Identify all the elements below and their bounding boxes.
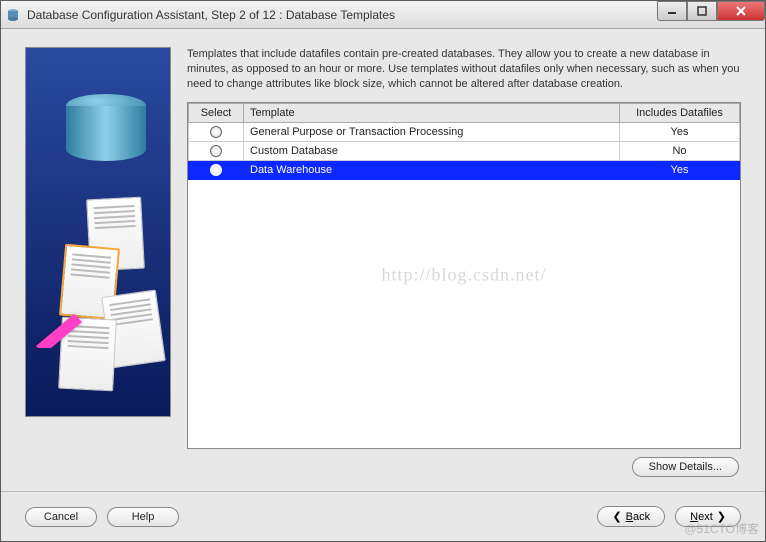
table-row[interactable]: General Purpose or Transaction Processin… (189, 122, 740, 141)
template-name: General Purpose or Transaction Processin… (244, 122, 620, 141)
radio-icon[interactable] (210, 126, 222, 138)
help-button[interactable]: Help (107, 507, 179, 527)
watermark-text: http://blog.csdn.net/ (382, 265, 547, 286)
details-row: Show Details... (187, 449, 741, 481)
window-title: Database Configuration Assistant, Step 2… (27, 8, 395, 22)
show-details-button[interactable]: Show Details... (632, 457, 739, 477)
database-cylinder-icon (66, 94, 146, 169)
col-includes: Includes Datafiles (620, 103, 740, 122)
table-row[interactable]: Data Warehouse Yes (189, 160, 740, 179)
table-row[interactable]: Custom Database No (189, 141, 740, 160)
includes-value: Yes (620, 160, 740, 179)
close-button[interactable] (717, 1, 765, 21)
col-select: Select (189, 103, 244, 122)
window: Database Configuration Assistant, Step 2… (0, 0, 766, 542)
template-name: Custom Database (244, 141, 620, 160)
includes-value: No (620, 141, 740, 160)
cancel-button[interactable]: Cancel (25, 507, 97, 527)
radio-icon[interactable] (210, 145, 222, 157)
wizard-sidebar-graphic (25, 47, 171, 417)
description-text: Templates that include datafiles contain… (187, 47, 741, 92)
back-button[interactable]: ❮ Back (597, 506, 665, 527)
template-table: Select Template Includes Datafiles Gener… (187, 102, 741, 449)
branding-watermark: @51CTO博客 (684, 520, 759, 537)
main-panel: Templates that include datafiles contain… (187, 47, 741, 481)
col-template: Template (244, 103, 620, 122)
window-controls (657, 1, 765, 21)
template-name: Data Warehouse (244, 160, 620, 179)
minimize-button[interactable] (657, 1, 687, 21)
content-area: Templates that include datafiles contain… (1, 29, 765, 491)
app-icon (5, 7, 21, 23)
chevron-left-icon: ❮ (612, 510, 621, 523)
wizard-footer: Cancel Help ❮ Back Next ❯ (1, 491, 765, 541)
maximize-button[interactable] (687, 1, 717, 21)
includes-value: Yes (620, 122, 740, 141)
radio-icon[interactable] (210, 164, 222, 176)
titlebar[interactable]: Database Configuration Assistant, Step 2… (1, 1, 765, 29)
